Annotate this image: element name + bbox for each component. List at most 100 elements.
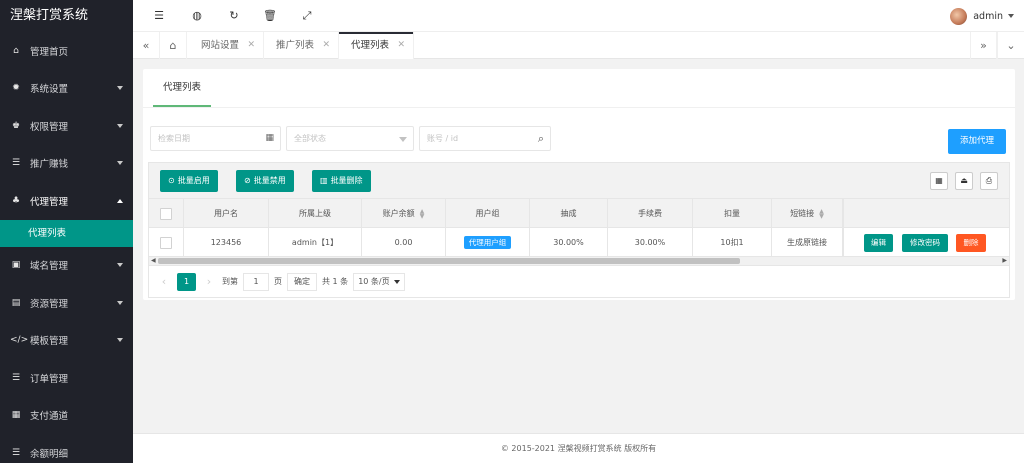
status-filter-placeholder: 全部状态	[294, 134, 326, 143]
sidebar-item-templates[interactable]: </> 模板管理	[0, 322, 133, 360]
sidebar-item-promotion[interactable]: ☰ 推广赚钱	[0, 145, 133, 183]
col-balance-label: 账户余额	[382, 209, 415, 218]
sidebar-item-agents[interactable]: ♣ 代理管理	[0, 182, 133, 220]
close-icon[interactable]: ✕	[247, 32, 255, 59]
confirm-page-button[interactable]: 确定	[287, 272, 317, 291]
sidebar-item-balance[interactable]: ☰ 余额明细	[0, 434, 133, 463]
tab-agent-list[interactable]: 代理列表 ✕	[339, 32, 414, 59]
play-circle-icon: ⊙	[168, 176, 175, 185]
tab-bar: « ⌂ 网站设置 ✕ 推广列表 ✕ 代理列表 ✕ » ⌄	[133, 32, 1024, 59]
sidebar-item-label: 资源管理	[30, 298, 69, 310]
export-icon[interactable]: ⏏	[955, 172, 973, 190]
batch-enable-button[interactable]: ⊙ 批量启用	[160, 170, 218, 192]
chevron-up-icon	[117, 198, 123, 203]
print-icon[interactable]: ⎙	[980, 172, 998, 190]
sidebar-subitem-agent-list[interactable]: 代理列表	[0, 219, 133, 247]
cell-parent: admin【1】	[269, 228, 362, 256]
card-tab-title[interactable]: 代理列表	[153, 69, 212, 107]
close-icon[interactable]: ✕	[322, 32, 330, 59]
list-icon: ☰	[11, 158, 21, 169]
tab-label: 网站设置	[201, 40, 240, 51]
sidebar-item-label: 支付通道	[30, 411, 69, 423]
account-search-placeholder: 账号 / id	[427, 134, 459, 143]
edit-button[interactable]: 编辑	[864, 234, 893, 252]
tabs-menu-chevron-icon[interactable]: ⌄	[997, 32, 1024, 59]
date-filter-input[interactable]: 检索日期 ▦	[150, 126, 281, 151]
row-checkbox[interactable]	[160, 236, 172, 249]
cell-commission: 30.00%	[530, 228, 608, 256]
col-shortlink[interactable]: 短链接 ▲ ▼	[772, 199, 843, 228]
date-filter-placeholder: 检索日期	[158, 134, 190, 143]
sidebar-item-label: 模板管理	[30, 336, 69, 348]
prev-page-icon[interactable]: ‹	[157, 275, 171, 288]
row-select-cell	[149, 228, 184, 256]
trash-icon[interactable]: 🗑	[260, 0, 280, 32]
sort-icon[interactable]: ▲ ▼	[819, 208, 824, 219]
scrollbar-thumb[interactable]	[158, 258, 740, 264]
change-password-button[interactable]: 修改密码	[902, 234, 948, 252]
add-agent-button[interactable]: 添加代理	[948, 129, 1006, 154]
sidebar-item-orders[interactable]: ☰ 订单管理	[0, 359, 133, 397]
tab-promotion-list[interactable]: 推广列表 ✕	[264, 32, 339, 59]
chevron-down-icon	[117, 123, 123, 128]
page-number-input[interactable]: 1	[243, 272, 269, 291]
pagination: ‹ 1 › 到第 1 页 确定 共 1 条 10 条/页	[148, 266, 1010, 298]
sidebar-item-domains[interactable]: ▣ 域名管理	[0, 247, 133, 285]
sidebar-item-label: 管理首页	[30, 46, 69, 58]
current-page-button[interactable]: 1	[177, 272, 196, 291]
sort-icon[interactable]: ▲ ▼	[420, 208, 425, 219]
cell-shortlink[interactable]: 生成原链接	[772, 228, 843, 256]
button-label: 批量禁用	[253, 176, 286, 185]
batch-disable-button[interactable]: ⊘ 批量禁用	[236, 170, 294, 192]
col-user-group: 用户组	[446, 199, 530, 228]
user-group-badge: 代理用户组	[463, 236, 512, 249]
select-all-cell	[149, 199, 184, 228]
sidebar-item-home[interactable]: ⌂ 管理首页	[0, 32, 133, 70]
sidebar-item-payment[interactable]: ▦ 支付通道	[0, 397, 133, 435]
ban-icon: ⊘	[244, 176, 251, 185]
sidebar-item-resources[interactable]: ▤ 资源管理	[0, 284, 133, 322]
sidebar-item-system-settings[interactable]: ✹ 系统设置	[0, 70, 133, 108]
scroll-left-icon[interactable]: ◀	[151, 257, 156, 265]
sidebar-item-permissions[interactable]: ♚ 权限管理	[0, 107, 133, 145]
tabs-scroll-right-icon[interactable]: »	[970, 32, 997, 59]
col-fee: 手续费	[608, 199, 693, 228]
sidebar-item-label: 代理管理	[30, 196, 69, 208]
chevron-down-icon	[399, 137, 407, 142]
chevron-down-icon	[393, 279, 400, 284]
tabs-scroll-left-icon[interactable]: «	[133, 32, 160, 59]
tab-label: 推广列表	[276, 40, 315, 51]
main-content: 代理列表 检索日期 ▦ 全部状态 账号 / id ⌕ 添加代理 ⊙ 批量启用 ⊘ 批…	[133, 59, 1024, 433]
page-size-value: 10 条/页	[358, 276, 390, 286]
app-logo[interactable]: 涅槃打赏系统	[0, 0, 133, 32]
sidebar-item-label: 域名管理	[30, 261, 69, 273]
delete-button[interactable]: 删除	[956, 234, 986, 252]
tab-site-settings[interactable]: 网站设置 ✕	[189, 32, 264, 59]
gear-icon: ✹	[12, 83, 20, 94]
table-horizontal-scrollbar[interactable]: ◀ ▶	[148, 257, 1010, 266]
button-label: 批量启用	[177, 176, 210, 185]
cell-fee: 30.00%	[608, 228, 693, 256]
user-menu[interactable]: admin	[950, 0, 1024, 32]
agent-list-card: 代理列表 检索日期 ▦ 全部状态 账号 / id ⌕ 添加代理 ⊙ 批量启用 ⊘ 批…	[143, 69, 1015, 300]
status-filter-select[interactable]: 全部状态	[286, 126, 414, 151]
chevron-down-icon	[1008, 14, 1014, 18]
total-count: 共 1 条	[322, 277, 349, 286]
search-icon[interactable]: ⌕	[538, 127, 544, 150]
close-icon[interactable]: ✕	[397, 32, 405, 59]
col-parent: 所属上级	[269, 199, 362, 228]
account-search-input[interactable]: 账号 / id ⌕	[419, 126, 551, 151]
select-all-checkbox[interactable]	[160, 207, 172, 220]
page-size-select[interactable]: 10 条/页	[353, 272, 405, 291]
scroll-right-icon[interactable]: ▶	[1002, 257, 1007, 265]
list-icon: ☰	[11, 372, 21, 383]
next-page-icon[interactable]: ›	[202, 275, 216, 288]
refresh-icon[interactable]: ↻	[224, 0, 244, 32]
col-balance[interactable]: 账户余额 ▲ ▼	[362, 199, 446, 228]
globe-icon[interactable]: ◍	[187, 0, 207, 32]
home-tab-icon[interactable]: ⌂	[160, 32, 187, 59]
batch-delete-button[interactable]: ▥ 批量删除	[312, 170, 371, 192]
fullscreen-icon[interactable]: ⤢	[297, 0, 317, 32]
menu-toggle-icon[interactable]: ☰	[149, 0, 169, 32]
columns-filter-icon[interactable]: ▦	[930, 172, 948, 190]
